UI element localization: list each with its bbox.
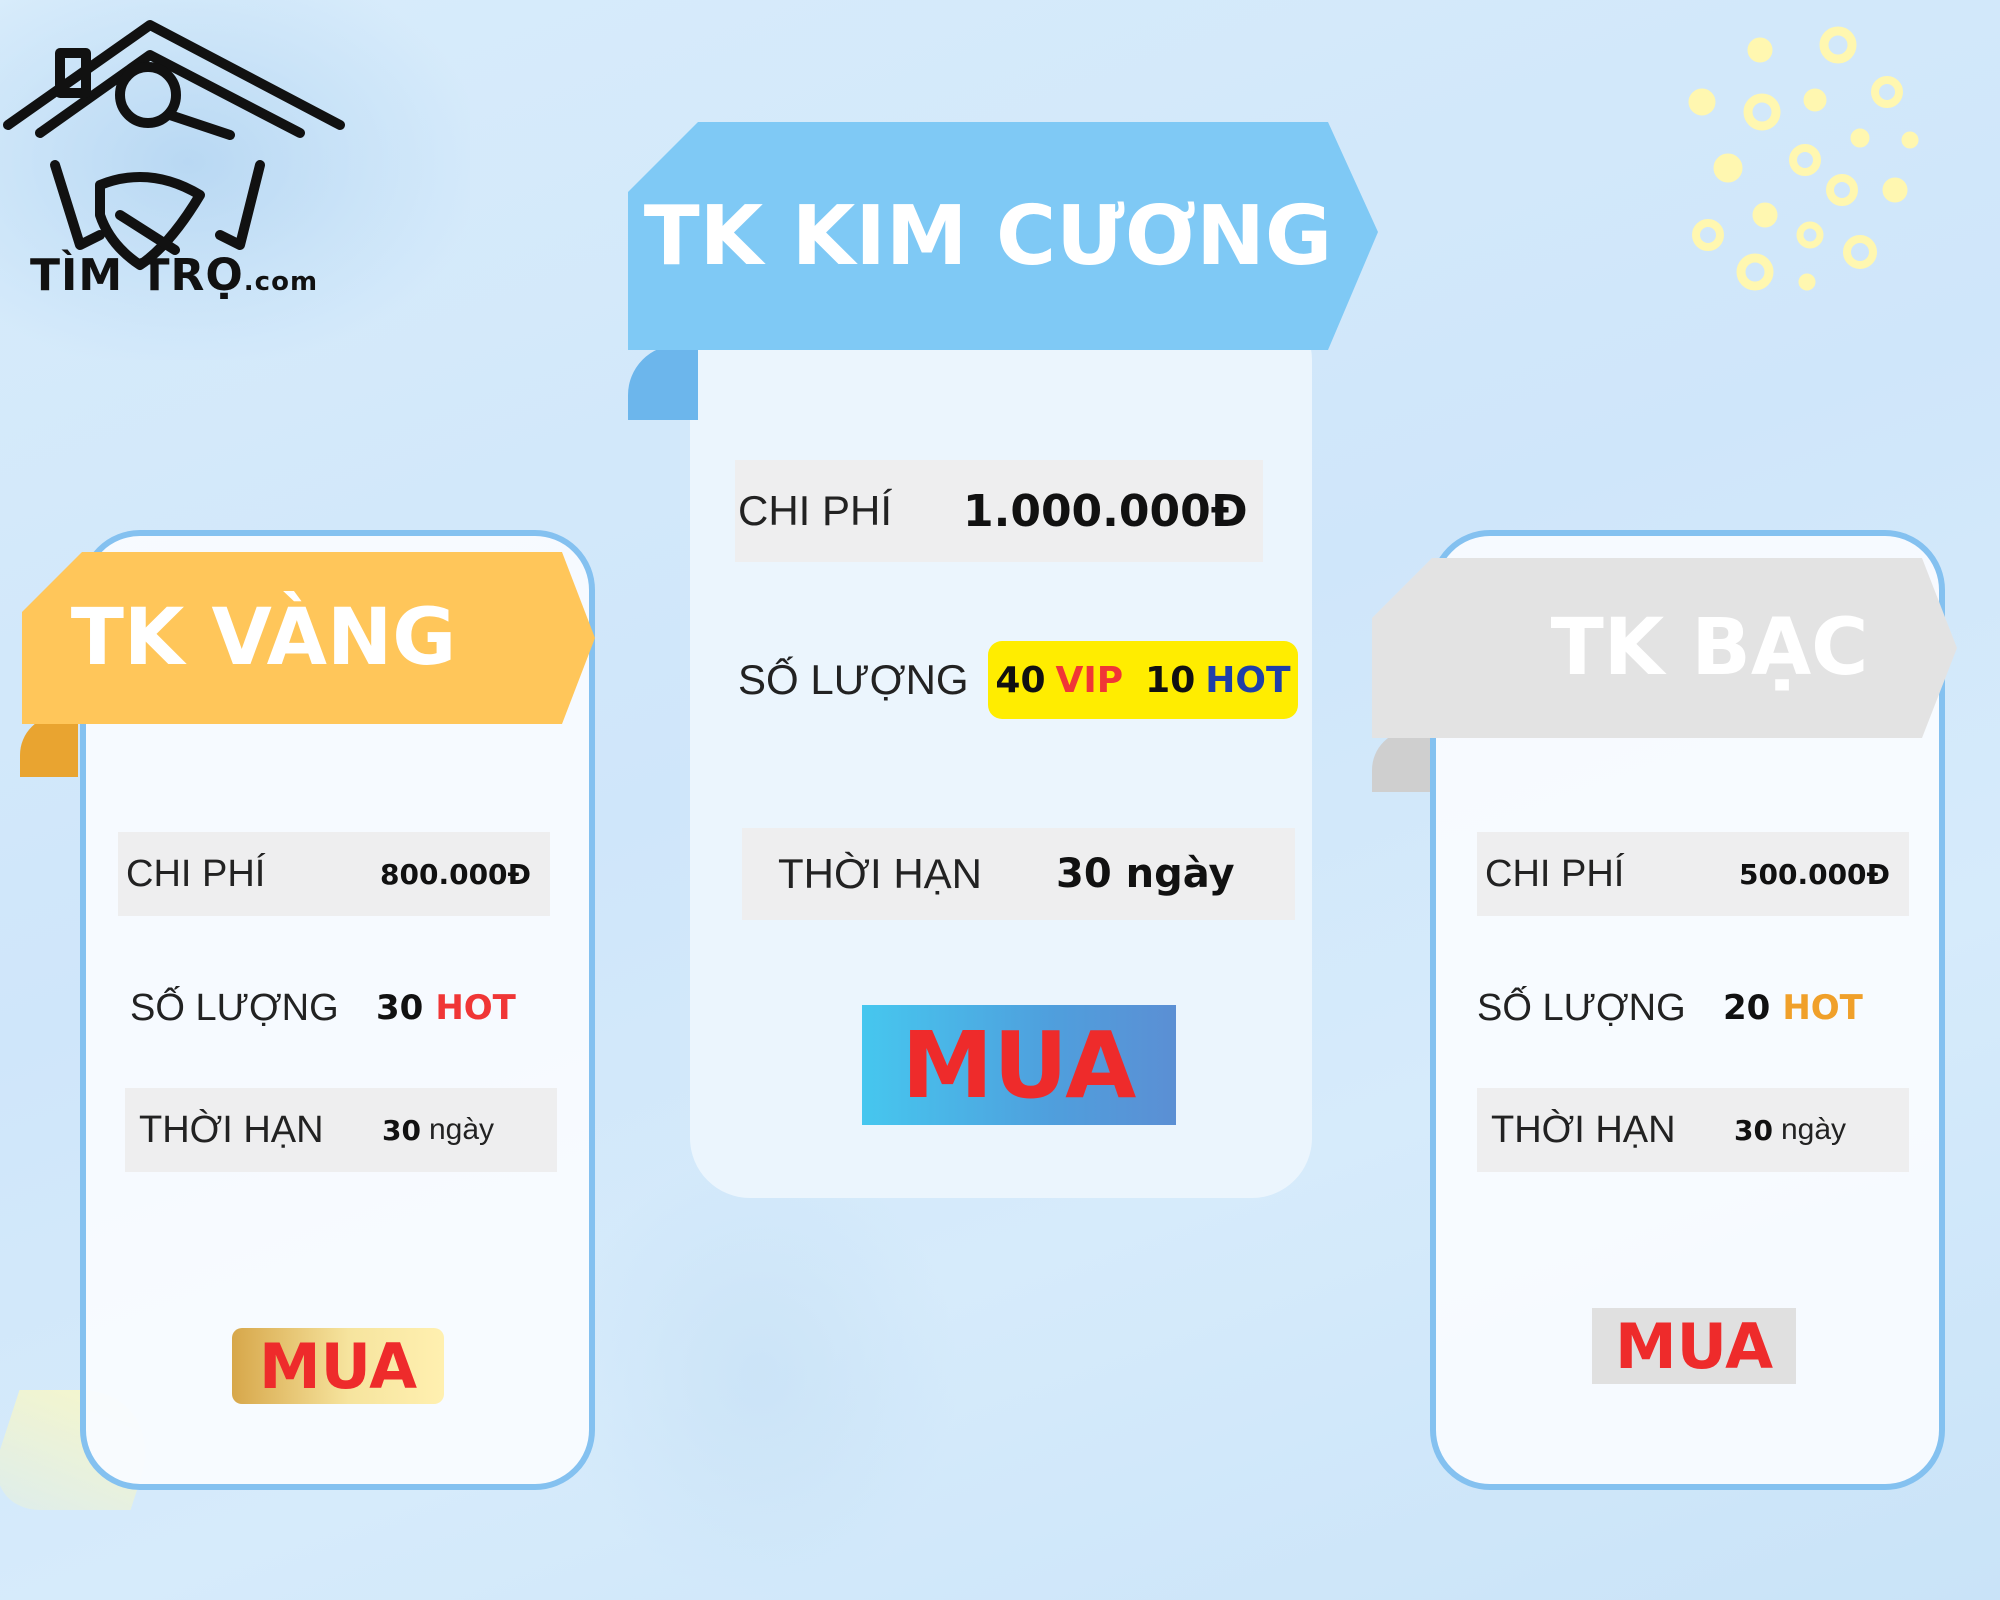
term-unit: ngày — [428, 1113, 495, 1146]
qty-label: SỐ LƯỢNG — [1477, 986, 1686, 1029]
hot-tag: HOT — [1782, 988, 1863, 1028]
logo-brand: TÌM TRỌ — [30, 250, 244, 301]
term-unit: ngày — [1780, 1113, 1847, 1146]
ribbon-curl-diamond — [628, 345, 698, 420]
term-label: THỜI HẠN — [778, 850, 983, 897]
decor-dots-icon — [1688, 26, 1919, 291]
cost-value: 800.000Đ — [380, 857, 531, 891]
hot-number: 10 — [1145, 659, 1196, 701]
term-row-diamond: THỜI HẠN 30 ngày — [742, 828, 1295, 920]
term-label: THỜI HẠN — [1491, 1108, 1676, 1151]
cost-label: CHI PHÍ — [1485, 852, 1625, 895]
cost-value: 500.000Đ — [1739, 857, 1890, 891]
term-row-silver: THỜI HẠN 30 ngày — [1477, 1088, 1909, 1172]
qty-row-gold: SỐ LƯỢNG 30 HOT — [118, 966, 550, 1050]
vip-number: 40 — [995, 659, 1046, 701]
plan-title-gold: TK VÀNG — [22, 552, 595, 724]
qty-label: SỐ LƯỢNG — [130, 986, 339, 1029]
cost-row-silver: CHI PHÍ 500.000Đ — [1477, 832, 1909, 916]
hot-tag: HOT — [435, 988, 516, 1028]
qty-row-silver: SỐ LƯỢNG 20 HOT — [1477, 966, 1909, 1050]
buy-button-diamond[interactable]: MUA — [862, 1005, 1176, 1125]
cost-row-diamond: CHI PHÍ 1.000.000Đ — [735, 460, 1263, 562]
ribbon-curl-silver — [1372, 730, 1430, 792]
qty-row-diamond: SỐ LƯỢNG 40 VIP 10 HOT — [738, 640, 1298, 720]
term-value: 30 ngày — [1056, 851, 1235, 897]
vip-tag: VIP — [1055, 659, 1124, 701]
cost-row-gold: CHI PHÍ 800.000Đ — [118, 832, 550, 916]
term-label: THỜI HẠN — [139, 1108, 324, 1151]
cost-value: 1.000.000Đ — [963, 485, 1248, 537]
plan-title-silver: TK BẠC — [1372, 558, 1957, 738]
hot-tag: HOT — [1205, 659, 1291, 701]
buy-button-silver[interactable]: MUA — [1592, 1308, 1796, 1384]
logo-wordmark: TÌM TRỌ.com — [30, 250, 318, 301]
qty-number: 30 — [376, 988, 424, 1028]
buy-button-gold[interactable]: MUA — [232, 1328, 444, 1404]
background-brush-bottom — [560, 1150, 960, 1600]
cost-label: CHI PHÍ — [738, 487, 893, 534]
logo-suffix: .com — [243, 267, 319, 297]
qty-badge: 40 VIP 10 HOT — [988, 641, 1298, 719]
ribbon-curl-gold — [20, 715, 78, 777]
term-row-gold: THỜI HẠN 30 ngày — [125, 1088, 557, 1172]
qty-label: SỐ LƯỢNG — [738, 656, 969, 703]
term-number: 30 — [382, 1113, 421, 1147]
term-number: 30 — [1734, 1113, 1773, 1147]
cost-label: CHI PHÍ — [126, 852, 266, 895]
plan-title-diamond: TK KIM CƯƠNG — [628, 122, 1378, 350]
qty-number: 20 — [1723, 988, 1771, 1028]
